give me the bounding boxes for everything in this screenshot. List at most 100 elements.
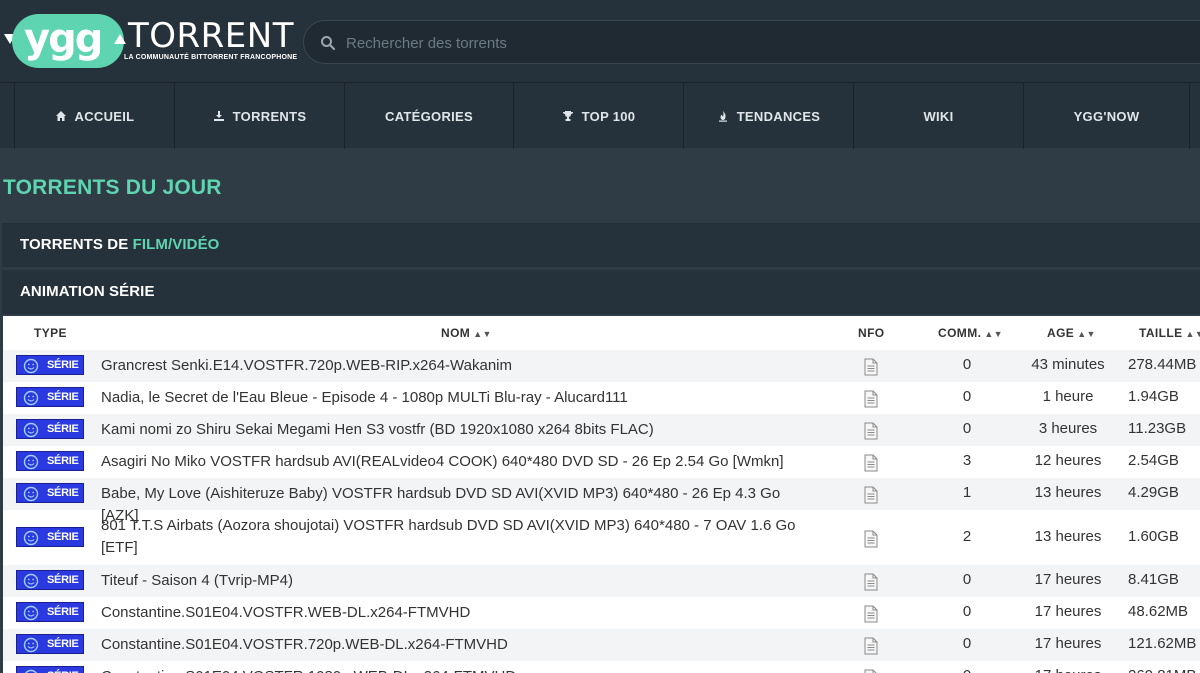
torrent-name-link[interactable]: Nadia, le Secret de l'Eau Bleue - Episod… [101, 387, 821, 409]
logo-triangle-mid [114, 34, 126, 44]
torrent-age: 17 heures [1034, 603, 1102, 620]
badge-label: SÉRIE [47, 391, 79, 403]
table-row[interactable]: SÉRIE Constantine.S01E04.VOSTFR.WEB-DL.x2… [3, 597, 1200, 629]
nav-label: TENDANCES [736, 108, 821, 124]
nav-label: WIKI [923, 108, 954, 124]
nfo-file-icon[interactable] [863, 669, 879, 673]
nav-item-top100[interactable]: TOP 100 [513, 83, 683, 149]
torrent-size: 1.60GB [1128, 528, 1179, 545]
nfo-file-icon[interactable] [863, 637, 879, 655]
smiley-icon [23, 454, 39, 470]
smiley-icon [23, 390, 39, 406]
nav-item-torrents[interactable]: TORRENTS [174, 83, 344, 149]
smiley-icon [23, 486, 39, 502]
sort-icon: ▲▼ [473, 329, 492, 339]
torrent-size: 8.41GB [1128, 571, 1179, 588]
header-nfo: NFO [858, 326, 885, 340]
nfo-file-icon[interactable] [863, 390, 879, 408]
badge-label: SÉRIE [47, 423, 79, 435]
torrent-age: 17 heures [1034, 635, 1102, 652]
table-row[interactable]: SÉRIE Constantine.S01E04.VOSTFR.720p.WEB-… [3, 629, 1200, 661]
section-category-link[interactable]: FILM/VIDÉO [133, 236, 220, 253]
badge-label: SÉRIE [47, 638, 79, 650]
nfo-file-icon[interactable] [863, 454, 879, 472]
category-badge[interactable]: SÉRIE [16, 355, 84, 375]
smiley-icon [25, 669, 37, 673]
smiley-icon [23, 605, 39, 621]
table-row[interactable]: SÉRIE Nadia, le Secret de l'Eau Bleue - E… [3, 382, 1200, 414]
category-badge[interactable]: SÉRIE [16, 570, 84, 590]
category-badge[interactable]: SÉRIE [16, 602, 84, 622]
table-row[interactable]: SÉRIE Titeuf - Saison 4 (Tvrip-MP4) 0 17 he… [3, 565, 1200, 597]
section-header-subcategory: ANIMATION SÉRIE [2, 270, 1200, 314]
comments-count: 1 [962, 484, 972, 501]
torrent-name-link[interactable]: Constantine.S01E04.VOSTFR.WEB-DL.x264-FT… [101, 602, 821, 624]
torrent-name-link[interactable]: Titeuf - Saison 4 (Tvrip-MP4) [101, 570, 821, 592]
torrent-size: 1.94GB [1128, 388, 1179, 405]
nfo-file-icon[interactable] [863, 605, 879, 623]
search-input[interactable] [346, 29, 1146, 57]
search-bar [303, 20, 1200, 64]
search-icon[interactable] [320, 35, 336, 51]
smiley-icon [23, 422, 39, 438]
nav-item-accueil[interactable]: ACCUEIL [14, 83, 174, 149]
torrent-size: 11.23GB [1128, 420, 1187, 437]
category-badge[interactable]: SÉRIE [16, 634, 84, 654]
badge-label: SÉRIE [47, 455, 79, 467]
comments-count: 0 [962, 420, 972, 437]
torrent-name-link[interactable]: Grancrest Senki.E14.VOSTFR.720p.WEB-RIP.… [101, 355, 821, 377]
nfo-file-icon[interactable] [863, 358, 879, 376]
nav-item-wiki[interactable]: WIKI [853, 83, 1023, 149]
nfo-file-icon[interactable] [863, 530, 879, 548]
badge-label: SÉRIE [47, 487, 79, 499]
smiley-icon [23, 573, 39, 589]
main-nav: ACCUEIL TORRENTS CATÉGORIES TOP 100 TEND… [0, 82, 1200, 149]
table-row[interactable]: SÉRIE Constantine.S01E04.VOSTFR.1080p.WEB… [3, 661, 1200, 673]
torrent-age: 1 heure [1042, 388, 1094, 405]
header-name-label: NOM [441, 326, 471, 340]
category-badge[interactable]: SÉRIE [16, 483, 84, 503]
category-badge[interactable]: SÉRIE [16, 387, 84, 407]
comments-count: 0 [962, 571, 972, 588]
section-header-category: TORRENTS DE FILM/VIDÉO [2, 223, 1200, 267]
header-age[interactable]: AGE ▲▼ [1047, 326, 1096, 340]
nav-item-tendances[interactable]: TENDANCES [683, 83, 853, 149]
torrent-name-link[interactable]: Constantine.S01E04.VOSTFR.1080p.WEB-DL.x… [101, 666, 821, 673]
comments-count: 0 [962, 356, 972, 373]
nfo-file-icon[interactable] [863, 422, 879, 440]
torrent-age: 13 heures [1034, 484, 1102, 501]
nav-item-yggnow[interactable]: YGG'NOW [1023, 83, 1190, 149]
category-badge[interactable]: SÉRIE [16, 419, 84, 439]
home-icon [55, 111, 66, 121]
table-row[interactable]: SÉRIE Babe, My Love (Aishiteruze Baby) VO… [3, 478, 1200, 524]
torrent-name-link[interactable]: 801 T.T.S Airbats (Aozora shoujotai) VOS… [101, 515, 821, 559]
torrent-name-link[interactable]: Asagiri No Miko VOSTFR hardsub AVI(REALv… [101, 451, 821, 473]
nfo-file-icon[interactable] [863, 573, 879, 591]
category-badge[interactable]: SÉRIE [16, 451, 84, 471]
torrent-name-link[interactable]: Constantine.S01E04.VOSTFR.720p.WEB-DL.x2… [101, 634, 821, 656]
torrent-size: 4.29GB [1128, 484, 1179, 501]
table-header: TYPE NOM ▲▼ NFO COMM. ▲▼ AGE ▲▼ TAILLE ▲▼ [3, 316, 1200, 350]
nfo-file-icon[interactable] [863, 486, 879, 504]
torrent-age: 3 heures [1038, 420, 1098, 437]
torrent-name-link[interactable]: Kami nomi zo Shiru Sekai Megami Hen S3 v… [101, 419, 821, 441]
header-comm[interactable]: COMM. ▲▼ [938, 326, 1003, 340]
table-row[interactable]: SÉRIE 801 T.T.S Airbats (Aozora shoujotai… [3, 510, 1200, 565]
header-size[interactable]: TAILLE ▲▼ [1139, 326, 1200, 340]
comments-count: 3 [962, 452, 972, 469]
table-row[interactable]: SÉRIE Kami nomi zo Shiru Sekai Megami Hen… [3, 414, 1200, 446]
header-name[interactable]: NOM ▲▼ [441, 326, 492, 340]
table-row[interactable]: SÉRIE Asagiri No Miko VOSTFR hardsub AVI(… [3, 446, 1200, 478]
torrent-size: 278.44MB [1128, 356, 1197, 373]
table-row[interactable]: SÉRIE Grancrest Senki.E14.VOSTFR.720p.WEB… [3, 350, 1200, 382]
nav-item-categories[interactable]: CATÉGORIES [344, 83, 513, 149]
torrent-age: 43 minutes [1031, 356, 1105, 373]
comments-count: 2 [962, 528, 972, 545]
torrent-age: 17 heures [1013, 667, 1123, 673]
category-badge[interactable]: SÉRIE [16, 666, 84, 673]
site-logo[interactable]: ygg TORRENT LA COMMUNAUTÉ BITTORRENT FRA… [4, 10, 297, 74]
badge-label: SÉRIE [47, 606, 79, 618]
category-badge[interactable]: SÉRIE [16, 527, 84, 547]
nav-label: ACCUEIL [74, 108, 135, 124]
site-header: ygg TORRENT LA COMMUNAUTÉ BITTORRENT FRA… [0, 0, 1200, 82]
